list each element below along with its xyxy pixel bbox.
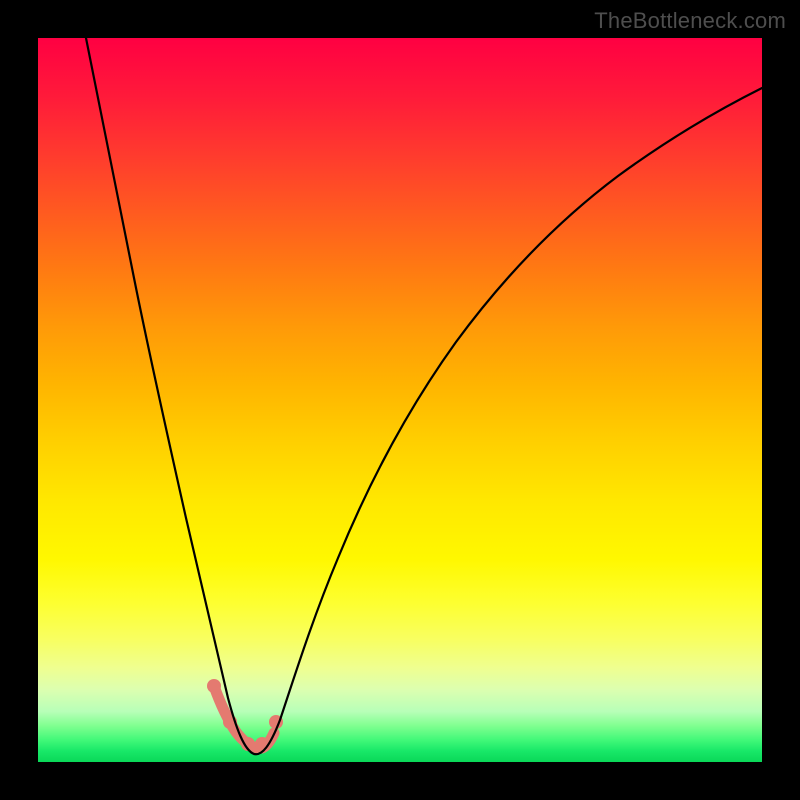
- bottleneck-curve: [86, 38, 762, 754]
- highlight-dot: [207, 679, 221, 693]
- curve-svg: [38, 38, 762, 762]
- chart-container: TheBottleneck.com: [0, 0, 800, 800]
- watermark: TheBottleneck.com: [594, 8, 786, 34]
- highlight-dot: [255, 737, 269, 751]
- plot-area: [38, 38, 762, 762]
